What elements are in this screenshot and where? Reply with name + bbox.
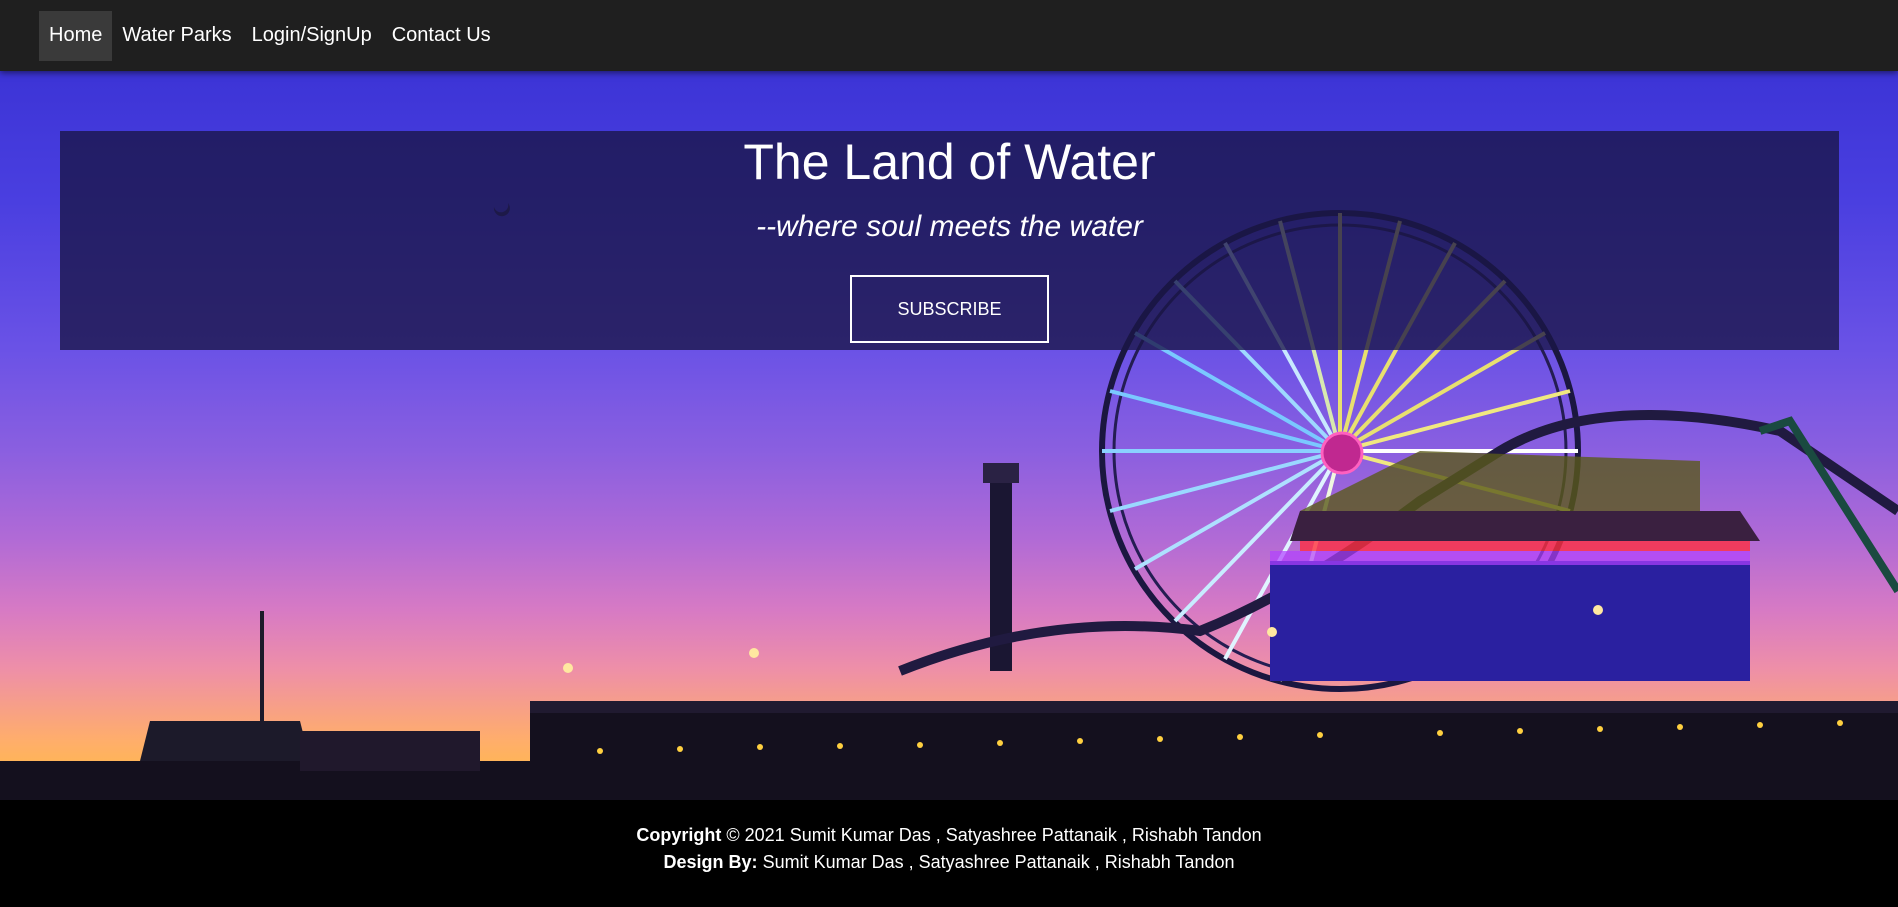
top-navbar: Home Water Parks Login/SignUp Contact Us <box>0 0 1898 71</box>
subscribe-button[interactable]: SUBSCRIBE <box>850 275 1049 343</box>
nav-login-signup-label: Login/SignUp <box>251 24 372 46</box>
hero-title: The Land of Water <box>743 134 1156 190</box>
nav-water-parks-label: Water Parks <box>122 24 232 46</box>
pier-deck <box>530 711 1898 800</box>
nav-water-parks[interactable]: Water Parks <box>112 11 241 61</box>
pavilion-building <box>1270 561 1750 681</box>
design-by-text: Sumit Kumar Das , Satyashree Pattanaik ,… <box>762 852 1235 872</box>
boat <box>140 721 310 761</box>
nav-home-label: Home <box>49 24 103 46</box>
copyright-text: © 2021 Sumit Kumar Das , Satyashree Patt… <box>726 825 1262 845</box>
nav-login-signup[interactable]: Login/SignUp <box>242 11 382 61</box>
subscribe-button-label: SUBSCRIBE <box>897 298 1002 319</box>
design-by-line: Design By: Sumit Kumar Das , Satyashree … <box>0 849 1898 876</box>
page-footer: Copyright © 2021 Sumit Kumar Das , Satya… <box>0 800 1898 907</box>
hero-section: The Land of Water --where soul meets the… <box>0 71 1898 800</box>
pavilion-roof <box>1290 511 1760 541</box>
nav-contact-us-label: Contact Us <box>391 24 491 46</box>
hero-banner: The Land of Water --where soul meets the… <box>60 131 1839 350</box>
design-by-label: Design By: <box>663 852 758 872</box>
nav-contact-us[interactable]: Contact Us <box>382 11 501 61</box>
copyright-label: Copyright <box>636 825 722 845</box>
nav-home[interactable]: Home <box>39 10 113 61</box>
copyright-line: Copyright © 2021 Sumit Kumar Das , Satya… <box>0 822 1898 849</box>
hero-subtitle: --where soul meets the water <box>756 210 1143 243</box>
